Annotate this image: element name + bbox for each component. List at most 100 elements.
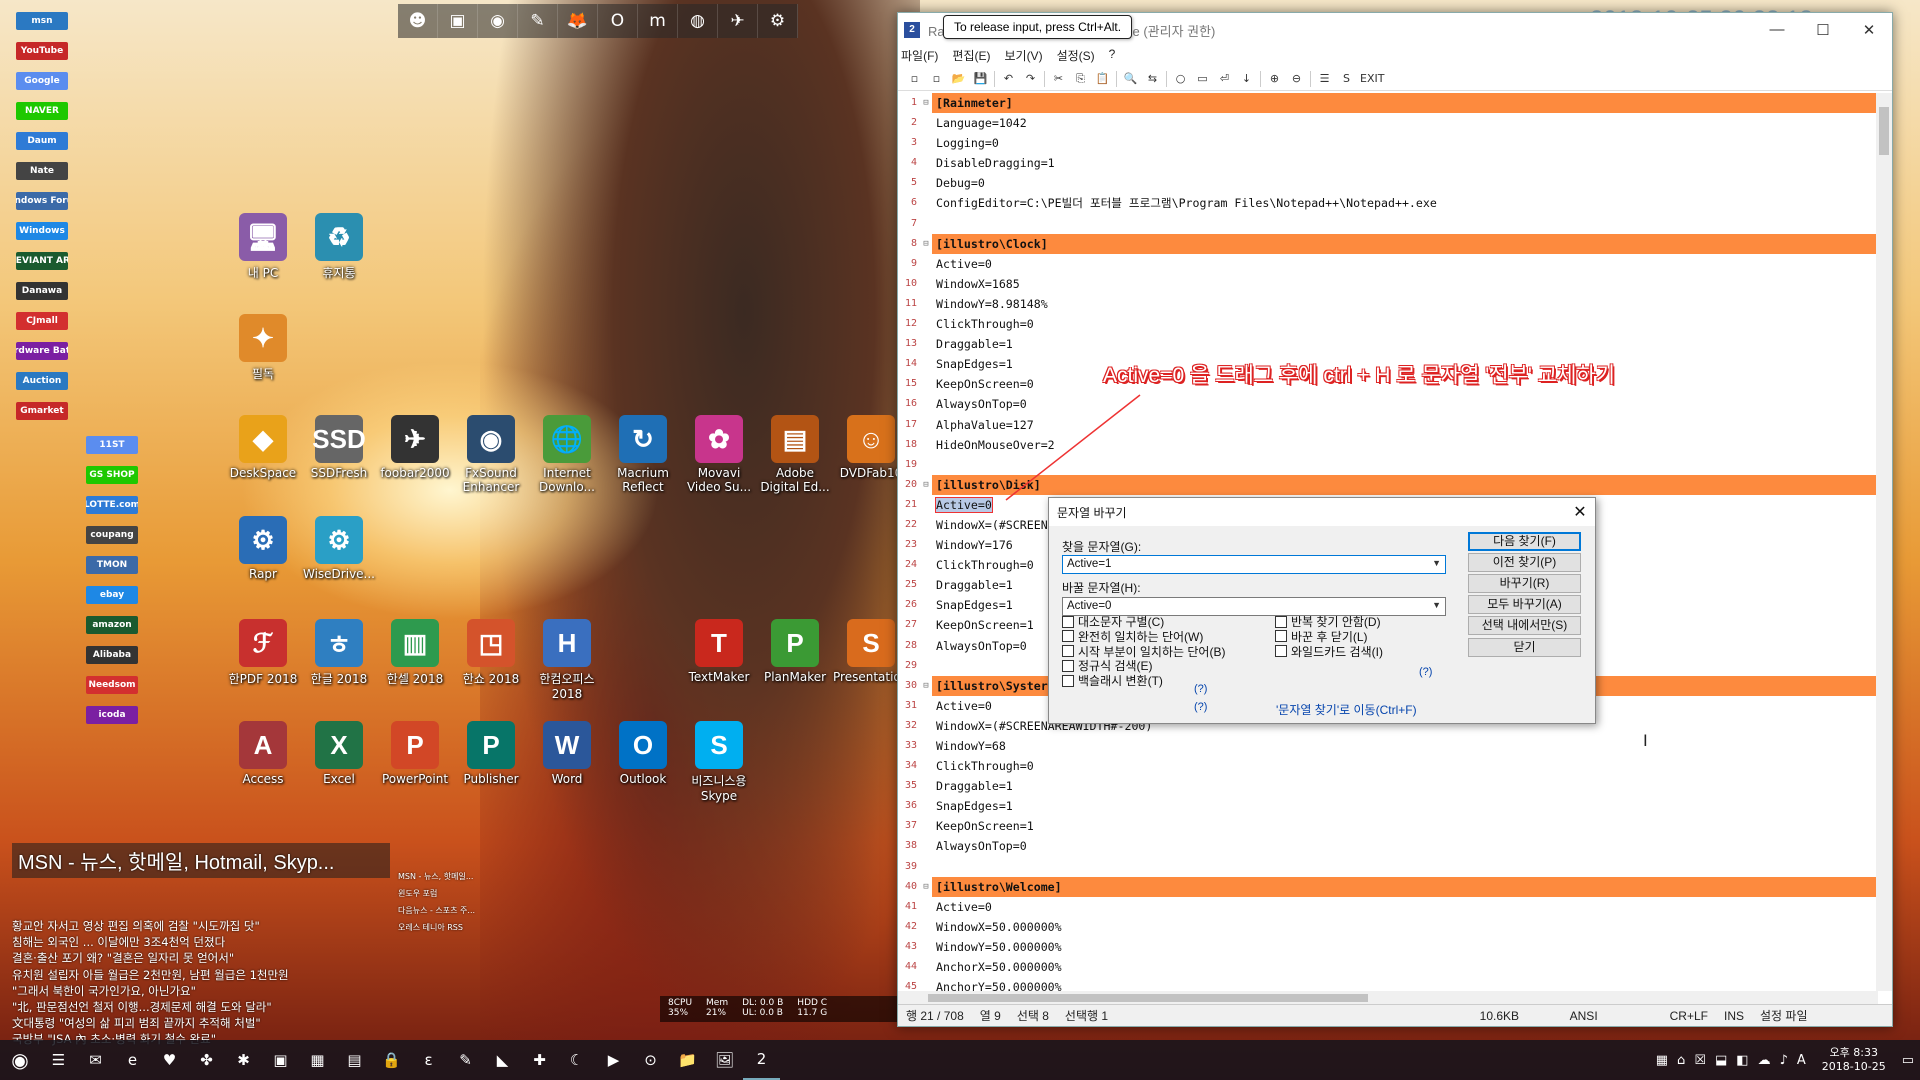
taskbar-app-icon[interactable]: 2 [743, 1040, 780, 1080]
checkbox-box[interactable] [1062, 630, 1074, 643]
checkbox-box[interactable] [1062, 615, 1074, 628]
site-link-7[interactable]: Windows [16, 222, 68, 240]
menu-item[interactable]: 파일(F) [901, 47, 938, 67]
desktop-icon[interactable]: A Access [225, 721, 301, 786]
site-link-11[interactable]: Hardware Battle [16, 342, 68, 360]
news-headline[interactable]: 文대통령 "여성의 삶 피괴 범죄 끝까지 추적해 처벌" [12, 1015, 390, 1031]
desktop-icon[interactable]: ↻ Macrium Reflect [605, 415, 681, 494]
close-button[interactable]: ✕ [1846, 21, 1892, 39]
desktop-icon[interactable]: ⚙ WiseDrive... [301, 516, 377, 581]
toolbar-button-icon[interactable]: 💾 [972, 72, 989, 85]
site-link-17[interactable]: coupang [86, 526, 138, 544]
taskbar-app-icon[interactable]: ◣ [484, 1040, 521, 1080]
desktop-icon[interactable]: ㅎ 한글 2018 [301, 619, 377, 687]
quicklaunch-item-icon[interactable]: ⚙ [758, 4, 798, 38]
rss-feed-item[interactable]: 오레스 테니아 RSS [398, 919, 475, 936]
toolbar-button-icon[interactable]: ↷ [1022, 72, 1039, 85]
checkbox-box[interactable] [1275, 615, 1287, 628]
checkbox-box[interactable] [1275, 630, 1287, 643]
fold-toggle-icon[interactable]: ⊟ [920, 877, 932, 897]
toolbar-button-icon[interactable]: ⊖ [1288, 72, 1305, 85]
site-link-14[interactable]: 11ST [86, 436, 138, 454]
tray-icon[interactable]: ☒ [1694, 1053, 1706, 1068]
news-headline[interactable]: 결혼·출산 포기 왜? "결혼은 일자리 못 얻어서" [12, 950, 390, 966]
news-title[interactable]: MSN - 뉴스, 핫메일, Hotmail, Skyp... [12, 843, 390, 878]
vertical-scrollbar[interactable] [1876, 93, 1892, 991]
desktop-icon[interactable]: ◉ FxSound Enhancer [453, 415, 529, 494]
taskbar-app-icon[interactable]: ✚ [521, 1040, 558, 1080]
site-link-18[interactable]: TMON [86, 556, 138, 574]
fold-toggle-icon[interactable]: ⊟ [920, 93, 932, 113]
checkbox-box[interactable] [1275, 645, 1287, 658]
desktop-icon[interactable]: P PowerPoint [377, 721, 453, 786]
quicklaunch-item-icon[interactable]: ◍ [678, 4, 718, 38]
toolbar-button-icon[interactable]: ↶ [1000, 72, 1017, 85]
option-checkbox[interactable]: 백슬래시 변환(T) [1062, 672, 1163, 689]
news-headline[interactable]: 침해는 외국인 ... 이달에만 3조4천억 던졌다 [12, 934, 390, 950]
tray-icon[interactable]: ☁ [1758, 1053, 1771, 1068]
taskbar-app-icon[interactable]: ▣ [262, 1040, 299, 1080]
taskbar-app-icon[interactable]: ▶ [595, 1040, 632, 1080]
site-link-5[interactable]: Nate [16, 162, 68, 180]
toolbar-button-icon[interactable]: ⇆ [1144, 72, 1161, 85]
desktop-icon[interactable]: ⚙ Rapr [225, 516, 301, 581]
desktop-icon[interactable]: ◳ 한쇼 2018 [453, 619, 529, 687]
goto-find-link[interactable]: '문자열 찾기'로 이동(Ctrl+F) [1276, 701, 1417, 718]
site-link-0[interactable]: msn [16, 12, 68, 30]
desktop-icon[interactable]: ▤ Adobe Digital Ed... [757, 415, 833, 494]
desktop-icon[interactable]: H 한컴오피스 2018 [529, 619, 605, 701]
site-link-16[interactable]: LOTTE.com [86, 496, 138, 514]
site-link-21[interactable]: Alibaba [86, 646, 138, 664]
horizontal-scrollbar[interactable] [898, 991, 1878, 1005]
hscroll-thumb[interactable] [928, 994, 1368, 1002]
quicklaunch-item-icon[interactable]: ✈ [718, 4, 758, 38]
taskbar-app-icon[interactable]: e [114, 1040, 151, 1080]
fold-toggle-icon[interactable]: ⊟ [920, 234, 932, 254]
taskbar-clock[interactable]: 오후 8:33 2018-10-25 [1814, 1046, 1894, 1074]
toolbar-button-icon[interactable]: ○ [1172, 72, 1189, 85]
taskbar-app-icon[interactable]: ✤ [188, 1040, 225, 1080]
desktop-icon[interactable]: ✿ Movavi Video Su... [681, 415, 757, 494]
find-dropdown-chevron-icon[interactable]: ▼ [1432, 558, 1441, 571]
news-headline[interactable]: "그래서 북한이 국가인가요, 아닌가요" [12, 983, 390, 999]
taskbar-app-icon[interactable]: ε [410, 1040, 447, 1080]
tray-icon[interactable]: ▦ [1656, 1053, 1668, 1068]
taskbar-app-icon[interactable]: 📁 [669, 1040, 706, 1080]
site-link-12[interactable]: Auction [16, 372, 68, 390]
site-link-10[interactable]: CJmall [16, 312, 68, 330]
rss-feed-item[interactable]: MSN - 뉴스, 핫메일... [398, 868, 475, 885]
find-prev-button[interactable]: 이전 찾기(P) [1468, 553, 1581, 572]
rss-feed-item[interactable]: 윈도우 포럼 [398, 885, 475, 902]
toolbar-button-icon[interactable]: ☰ [1316, 72, 1333, 85]
minimize-button[interactable]: — [1754, 21, 1800, 39]
checkbox-box[interactable] [1062, 674, 1074, 687]
toolbar-button-icon[interactable]: 🔍 [1122, 72, 1139, 85]
taskbar-app-icon[interactable]: ✉ [77, 1040, 114, 1080]
desktop-icon[interactable]: ✈ foobar2000 [377, 415, 453, 480]
news-headline[interactable]: 유치원 설립자 아들 월급은 2천만원, 남편 월급은 1천만원 [12, 967, 390, 983]
toolbar-button-icon[interactable]: ⏎ [1216, 72, 1233, 85]
tray-icon[interactable]: ◧ [1736, 1053, 1748, 1068]
quicklaunch-item-icon[interactable]: ◉ [478, 4, 518, 38]
desktop-icon[interactable]: X Excel [301, 721, 377, 786]
fold-toggle-icon[interactable]: ⊟ [920, 676, 932, 696]
quicklaunch-item-icon[interactable]: ☻ [398, 4, 438, 38]
news-headline[interactable]: 황교안 자서고 영상 편집 의혹에 검찰 "시도까집 닷" [12, 918, 390, 934]
toolbar-button-icon[interactable]: S [1338, 72, 1355, 85]
desktop-icon[interactable]: S 비즈니스용 Skype [681, 721, 757, 803]
site-link-22[interactable]: Needsom [86, 676, 138, 694]
taskbar-app-icon[interactable]: ☾ [558, 1040, 595, 1080]
quicklaunch-item-icon[interactable]: m [638, 4, 678, 38]
tray-icon[interactable]: ♪ [1780, 1053, 1788, 1068]
fold-toggle-icon[interactable]: ⊟ [920, 475, 932, 495]
site-link-4[interactable]: Daum [16, 132, 68, 150]
desktop-icon[interactable]: ✦ 필독 [225, 314, 301, 382]
checkbox-box[interactable] [1062, 645, 1074, 658]
taskbar-app-icon[interactable]: ✱ [225, 1040, 262, 1080]
site-link-9[interactable]: Danawa [16, 282, 68, 300]
taskbar-app-icon[interactable]: ✎ [447, 1040, 484, 1080]
replace-dropdown-chevron-icon[interactable]: ▼ [1432, 600, 1441, 613]
desktop-icon[interactable]: ▥ 한셀 2018 [377, 619, 453, 687]
backslash-help-link[interactable]: (?) [1194, 701, 1207, 713]
taskbar-app-icon[interactable]: 🔒 [373, 1040, 410, 1080]
